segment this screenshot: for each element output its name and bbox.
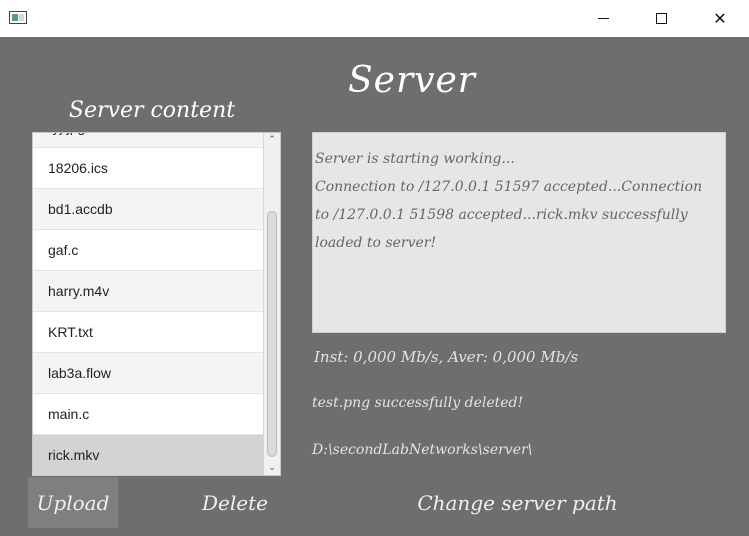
delete-button[interactable]: Delete — [190, 477, 280, 528]
minimize-button[interactable] — [580, 0, 626, 37]
list-item[interactable]: 18206.ics — [33, 148, 265, 189]
upload-button[interactable]: Upload — [28, 477, 118, 528]
maximize-button[interactable] — [638, 0, 684, 37]
list-item[interactable]: KRT.txt — [33, 312, 265, 353]
minimize-icon — [597, 18, 609, 19]
list-item[interactable]: ryj.jpg — [33, 133, 265, 148]
server-log: Server is starting working... Connection… — [312, 132, 726, 333]
title-bar: ✕ — [0, 0, 749, 37]
status-message: test.png successfully deleted! — [312, 395, 524, 411]
list-item[interactable]: rick.mkv — [33, 435, 265, 475]
change-server-path-button[interactable]: Change server path — [410, 477, 625, 528]
list-item[interactable]: lab3a.flow — [33, 353, 265, 394]
page-title: Server — [347, 60, 477, 101]
scroll-thumb[interactable] — [267, 211, 277, 457]
scroll-down-icon[interactable]: ⌄ — [264, 461, 280, 475]
server-log-text: Server is starting working... Connection… — [315, 151, 703, 251]
list-item[interactable]: main.c — [33, 394, 265, 435]
list-item[interactable]: harry.m4v — [33, 271, 265, 312]
server-path: D:\secondLabNetworks\server\ — [312, 442, 533, 458]
close-icon: ✕ — [713, 9, 727, 28]
close-button[interactable]: ✕ — [697, 0, 743, 37]
speed-readout: Inst: 0,000 Mb/s, Aver: 0,000 Mb/s — [314, 348, 579, 366]
scroll-up-icon[interactable]: ⌃ — [264, 133, 280, 147]
server-content-label: Server content — [68, 98, 236, 123]
maximize-icon — [655, 13, 667, 24]
list-item[interactable]: gaf.c — [33, 230, 265, 271]
scrollbar[interactable]: ⌃ ⌄ — [263, 133, 280, 475]
server-file-list[interactable]: ryj.jpg 18206.icsbd1.accdbgaf.charry.m4v… — [32, 132, 281, 476]
app-icon — [9, 11, 27, 24]
list-item[interactable]: bd1.accdb — [33, 189, 265, 230]
